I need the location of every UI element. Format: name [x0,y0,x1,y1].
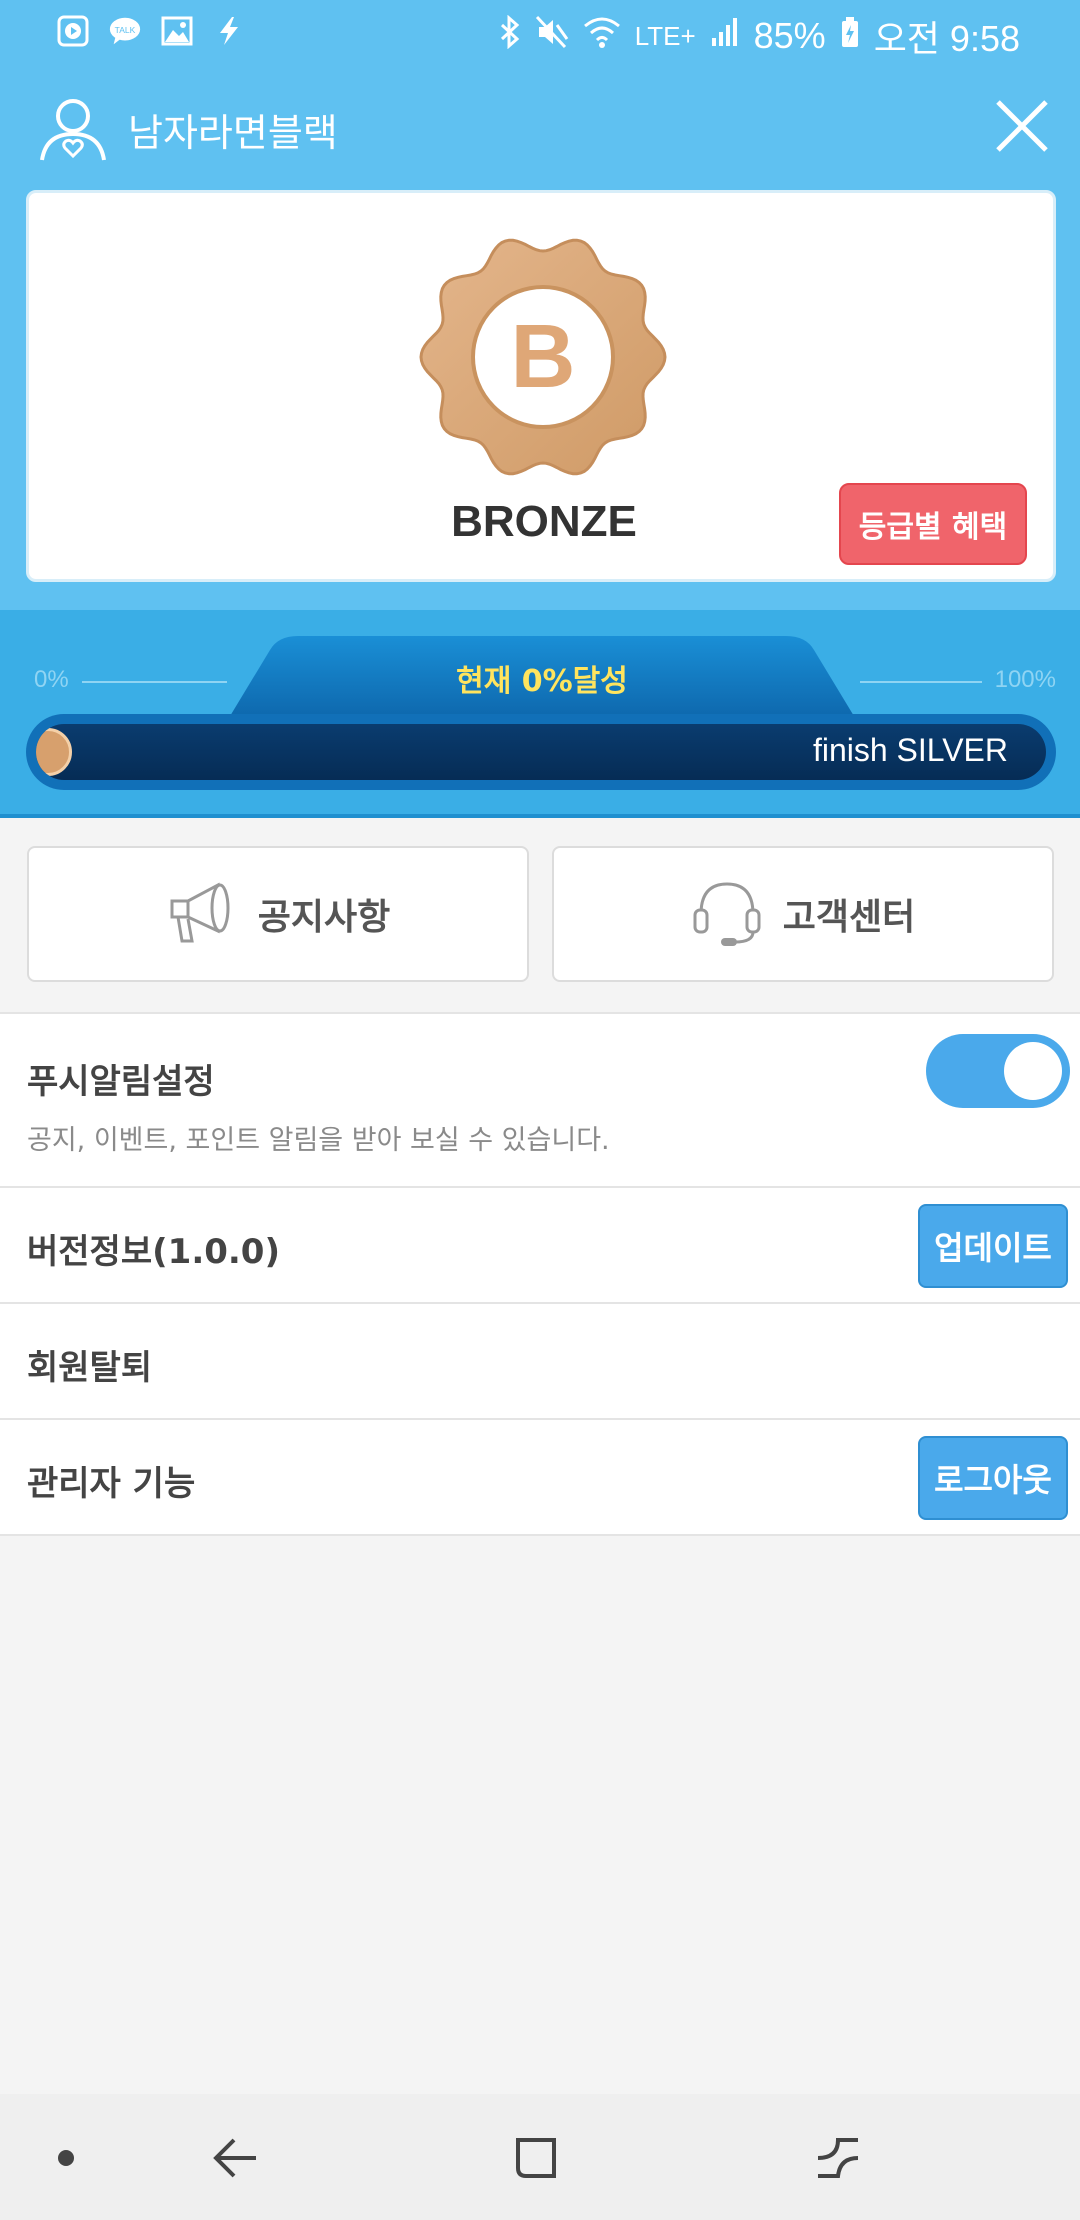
battery-percent: 85% [753,15,826,56]
back-icon [213,2138,256,2178]
push-settings-row: 푸시알림설정 공지, 이벤트, 포인트 알림을 받아 보실 수 있습니다. [0,1014,1080,1188]
headset-icon [691,876,763,952]
system-nav-bar [0,2094,1080,2220]
mute-icon [535,15,569,58]
close-button[interactable] [992,96,1052,156]
version-info: 버전정보(1.0.0) [27,1232,281,1272]
battery-icon [840,15,860,57]
flash-icon [212,14,246,48]
toggle-knob [1004,1042,1062,1100]
status-right: LTE+ 85% 오전 9:58 [499,10,1020,62]
version-row: 버전정보(1.0.0) 업데이트 [0,1188,1080,1304]
grade-benefits-button[interactable]: 등급별 혜택 [839,483,1027,565]
recents-icon [817,2138,859,2178]
user-icon [38,94,108,164]
play-icon [56,14,90,48]
svg-text:TALK: TALK [115,25,136,35]
megaphone-icon [166,879,238,949]
customer-center-label: 고객센터 [782,897,916,938]
progress-target: finish SILVER [812,732,1008,768]
home-button[interactable] [506,2128,566,2188]
customer-center-button[interactable]: 고객센터 [552,846,1054,982]
admin-row: 관리자 기능 로그아웃 [0,1420,1080,1536]
current-progress-text: 현재 0%달성 [456,664,628,699]
progress-track: finish SILVER [36,724,1046,780]
divider [82,681,227,683]
withdraw-label[interactable]: 회원탈퇴 [27,1340,152,1389]
push-settings-description: 공지, 이벤트, 포인트 알림을 받아 보실 수 있습니다. [27,1125,610,1156]
wifi-icon [583,15,621,57]
status-bar: TALK LTE+ 85% 오전 9:58 [0,0,1080,64]
signal-icon [710,15,740,57]
progress-min-label: 0% [34,666,69,693]
logout-button[interactable]: 로그아웃 [918,1436,1068,1520]
settings-list: 푸시알림설정 공지, 이벤트, 포인트 알림을 받아 보실 수 있습니다. 버전… [0,1012,1080,1536]
home-icon [516,2138,556,2178]
network-type: LTE+ [634,20,696,51]
progress-max-label: 100% [994,666,1056,693]
grade-card: B BRONZE 등급별 혜택 [26,190,1056,582]
push-settings-title: 푸시알림설정 [27,1062,215,1102]
close-icon[interactable] [992,96,1052,156]
notice-button[interactable]: 공지사항 [27,846,529,982]
username: 남자라면블랙 [128,111,338,155]
admin-label: 관리자 기능 [27,1464,196,1504]
progress-marker-icon [36,728,72,776]
divider [860,681,982,683]
nav-dot-button[interactable] [36,2128,96,2188]
badge-letter: B [511,307,576,407]
clock: 오전 9:58 [873,18,1020,59]
profile-header: 남자라면블랙 B BRONZE 등급별 혜택 [0,64,1080,610]
bronze-badge-icon: B [413,227,673,487]
status-left-icons: TALK [56,14,246,48]
update-button[interactable]: 업데이트 [918,1204,1068,1288]
notice-label: 공지사항 [257,897,391,938]
progress-bar: finish SILVER [26,714,1056,790]
talk-icon: TALK [108,14,142,48]
bluetooth-icon [499,14,521,58]
withdraw-row[interactable]: 회원탈퇴 [0,1304,1080,1420]
back-button[interactable] [206,2128,266,2188]
dot-icon [58,2150,74,2166]
push-toggle[interactable] [926,1034,1070,1108]
recents-button[interactable] [808,2128,868,2188]
progress-section: 0% 현재 0%달성 100% finish SILVER [0,610,1080,818]
image-icon [160,14,194,48]
